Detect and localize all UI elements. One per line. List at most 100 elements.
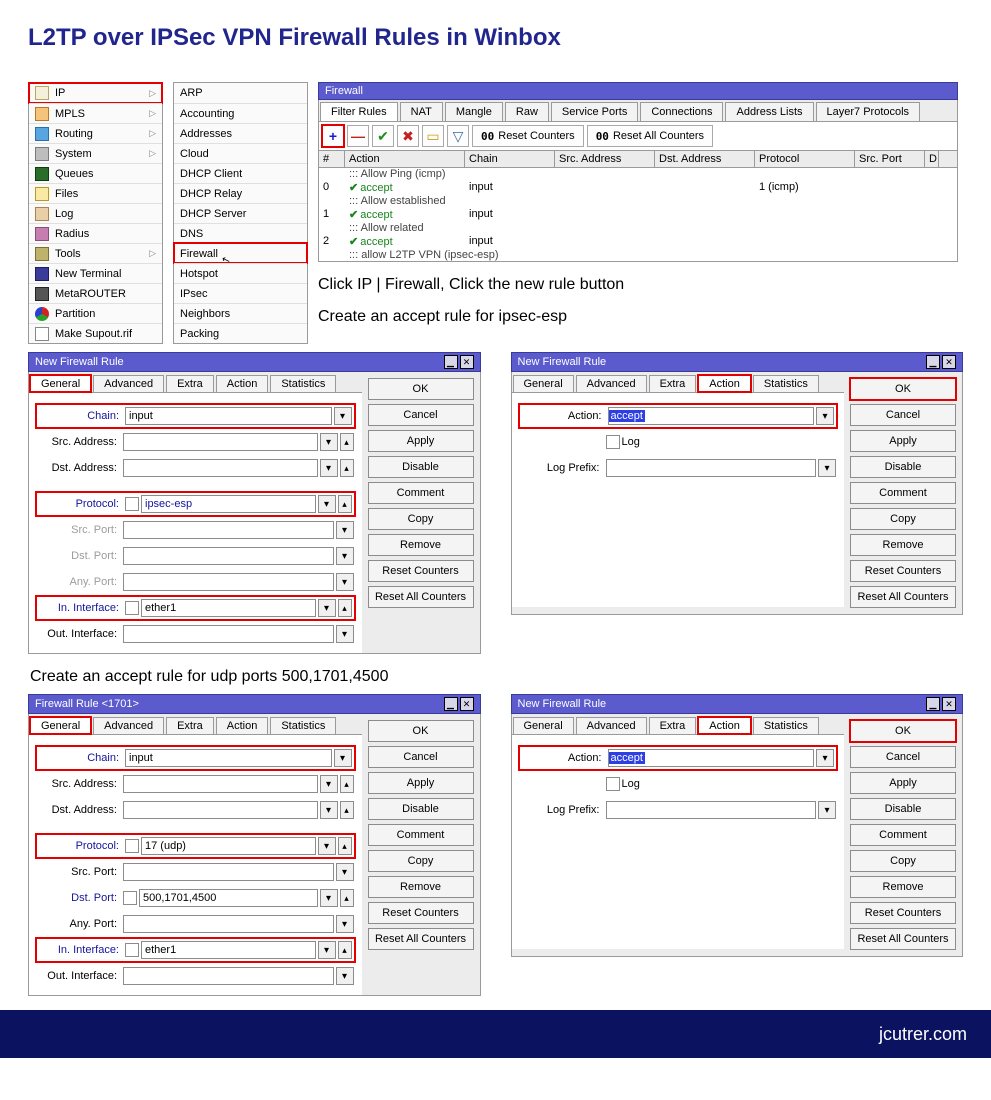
- submenu-item-neighbors[interactable]: Neighbors: [174, 303, 307, 323]
- tab-extra[interactable]: Extra: [166, 375, 214, 392]
- remove-button[interactable]: Remove: [368, 534, 474, 556]
- submenu-item-dhcp-server[interactable]: DHCP Server: [174, 203, 307, 223]
- comment-button[interactable]: Comment: [850, 482, 956, 504]
- submenu-item-ipsec[interactable]: IPsec: [174, 283, 307, 303]
- disable-button[interactable]: Disable: [368, 456, 474, 478]
- log-checkbox[interactable]: [606, 435, 620, 449]
- comment-button[interactable]: Comment: [850, 824, 956, 846]
- field-input[interactable]: [123, 801, 318, 819]
- field-input[interactable]: [606, 801, 817, 819]
- submenu-item-dhcp-client[interactable]: DHCP Client: [174, 163, 307, 183]
- tab-advanced[interactable]: Advanced: [576, 375, 647, 392]
- not-checkbox[interactable]: [125, 497, 139, 511]
- collapse-icon[interactable]: ▴: [338, 837, 352, 855]
- sidebar-item-files[interactable]: Files: [29, 183, 162, 203]
- comment-button[interactable]: Comment: [368, 482, 474, 504]
- comment-button[interactable]: Comment: [368, 824, 474, 846]
- dropdown-icon[interactable]: ▾: [336, 915, 354, 933]
- remove-rule-button[interactable]: —: [347, 125, 369, 147]
- tab-connections[interactable]: Connections: [640, 102, 723, 121]
- sidebar-item-mpls[interactable]: MPLS▷: [29, 103, 162, 123]
- submenu-item-dhcp-relay[interactable]: DHCP Relay: [174, 183, 307, 203]
- sidebar-item-log[interactable]: Log: [29, 203, 162, 223]
- remove-button[interactable]: Remove: [850, 876, 956, 898]
- tab-action[interactable]: Action: [698, 375, 751, 392]
- dropdown-icon[interactable]: ▾: [320, 801, 338, 819]
- reset-all-counters-button[interactable]: 00Reset All Counters: [587, 125, 713, 147]
- submenu-item-arp[interactable]: ARP: [174, 83, 307, 103]
- field-input[interactable]: [123, 775, 318, 793]
- column-header[interactable]: Src. Port: [855, 151, 925, 167]
- dropdown-icon[interactable]: ▾: [336, 625, 354, 643]
- dropdown-icon[interactable]: ▾: [318, 599, 336, 617]
- close-button[interactable]: ✕: [942, 697, 956, 711]
- disable-button[interactable]: Disable: [368, 798, 474, 820]
- tab-mangle[interactable]: Mangle: [445, 102, 503, 121]
- sidebar-item-radius[interactable]: Radius: [29, 223, 162, 243]
- reset_all-button[interactable]: Reset All Counters: [368, 586, 474, 608]
- log-checkbox[interactable]: [606, 777, 620, 791]
- apply-button[interactable]: Apply: [850, 772, 956, 794]
- table-row[interactable]: 2✔acceptinput: [319, 234, 957, 249]
- remove-button[interactable]: Remove: [368, 876, 474, 898]
- disable-button[interactable]: Disable: [850, 798, 956, 820]
- submenu-item-dns[interactable]: DNS: [174, 223, 307, 243]
- reset_all-button[interactable]: Reset All Counters: [368, 928, 474, 950]
- tab-extra[interactable]: Extra: [649, 717, 697, 734]
- dropdown-icon[interactable]: ▾: [816, 407, 834, 425]
- minimize-button[interactable]: ▁: [444, 355, 458, 369]
- sidebar-item-ip[interactable]: IP▷: [29, 83, 162, 103]
- field-input[interactable]: [123, 625, 334, 643]
- collapse-icon[interactable]: ▴: [340, 459, 354, 477]
- copy-button[interactable]: Copy: [368, 850, 474, 872]
- ok-button[interactable]: OK: [368, 720, 474, 742]
- apply-button[interactable]: Apply: [368, 430, 474, 452]
- filter-button[interactable]: ▽: [447, 125, 469, 147]
- dropdown-icon[interactable]: ▾: [334, 407, 352, 425]
- close-button[interactable]: ✕: [460, 697, 474, 711]
- collapse-icon[interactable]: ▴: [338, 599, 352, 617]
- copy-button[interactable]: Copy: [368, 508, 474, 530]
- field-input[interactable]: [125, 749, 332, 767]
- tab-general[interactable]: General: [513, 717, 574, 734]
- tab-general[interactable]: General: [30, 375, 91, 392]
- tab-advanced[interactable]: Advanced: [576, 717, 647, 734]
- dropdown-icon[interactable]: ▾: [336, 547, 354, 565]
- reset_all-button[interactable]: Reset All Counters: [850, 928, 956, 950]
- submenu-item-packing[interactable]: Packing: [174, 323, 307, 343]
- reset_counters-button[interactable]: Reset Counters: [850, 902, 956, 924]
- dropdown-icon[interactable]: ▾: [336, 863, 354, 881]
- dropdown-icon[interactable]: ▾: [320, 433, 338, 451]
- dropdown-icon[interactable]: ▾: [816, 749, 834, 767]
- not-checkbox[interactable]: [125, 601, 139, 615]
- reset_all-button[interactable]: Reset All Counters: [850, 586, 956, 608]
- field-input[interactable]: [123, 863, 334, 881]
- dropdown-icon[interactable]: ▾: [818, 801, 836, 819]
- field-input[interactable]: [123, 433, 318, 451]
- submenu-item-addresses[interactable]: Addresses: [174, 123, 307, 143]
- apply-button[interactable]: Apply: [368, 772, 474, 794]
- ok-button[interactable]: OK: [850, 378, 956, 400]
- cancel-button[interactable]: Cancel: [850, 746, 956, 768]
- ok-button[interactable]: OK: [368, 378, 474, 400]
- comment-button[interactable]: ▭: [422, 125, 444, 147]
- field-input[interactable]: [123, 967, 334, 985]
- submenu-item-firewall[interactable]: Firewall↖: [174, 243, 307, 263]
- not-checkbox[interactable]: [125, 943, 139, 957]
- column-header[interactable]: Action: [345, 151, 465, 167]
- column-header[interactable]: D: [925, 151, 939, 167]
- add-rule-button[interactable]: +: [322, 125, 344, 147]
- sidebar-item-new-terminal[interactable]: New Terminal: [29, 263, 162, 283]
- submenu-item-accounting[interactable]: Accounting: [174, 103, 307, 123]
- tab-extra[interactable]: Extra: [649, 375, 697, 392]
- dropdown-icon[interactable]: ▾: [334, 749, 352, 767]
- dropdown-icon[interactable]: ▾: [318, 941, 336, 959]
- reset_counters-button[interactable]: Reset Counters: [368, 560, 474, 582]
- collapse-icon[interactable]: ▴: [338, 495, 352, 513]
- tab-action[interactable]: Action: [216, 717, 269, 734]
- tab-advanced[interactable]: Advanced: [93, 717, 164, 734]
- collapse-icon[interactable]: ▴: [340, 889, 354, 907]
- dropdown-icon[interactable]: ▾: [318, 495, 336, 513]
- reset_counters-button[interactable]: Reset Counters: [368, 902, 474, 924]
- copy-button[interactable]: Copy: [850, 850, 956, 872]
